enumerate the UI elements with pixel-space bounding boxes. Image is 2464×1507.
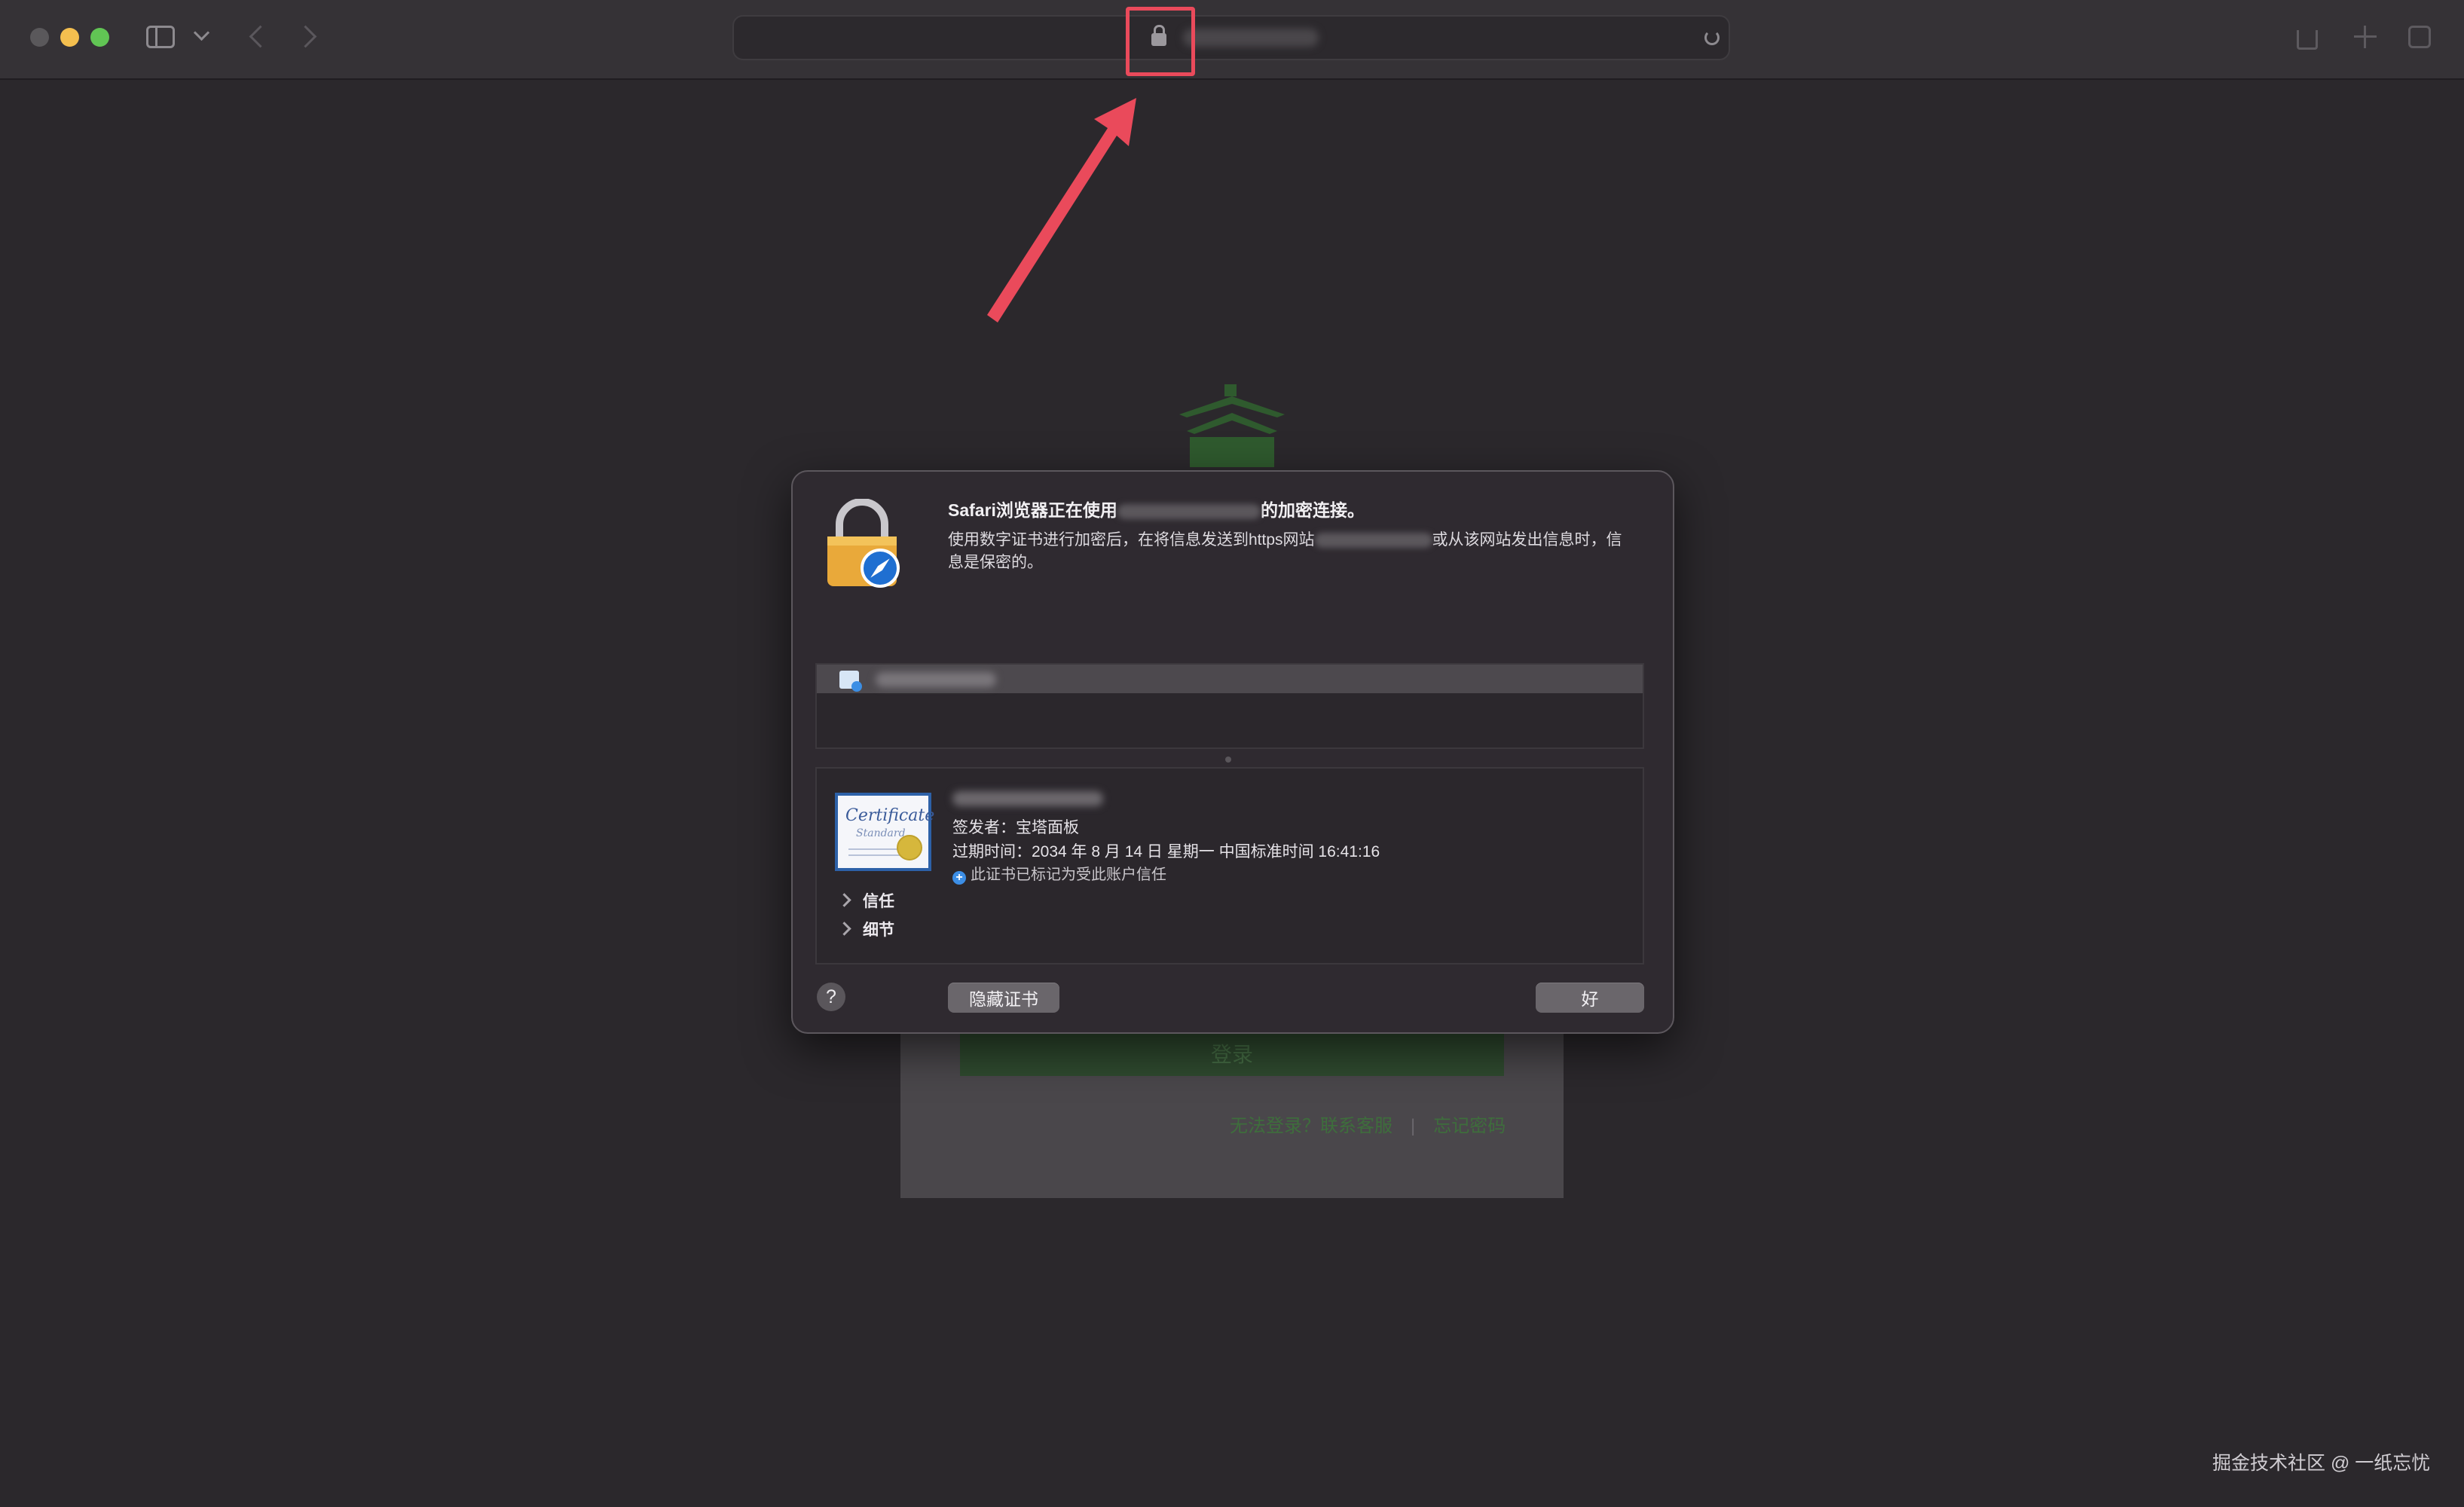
forgot-password-link[interactable]: 忘记密码 [1433, 1116, 1506, 1136]
window-minimize-button[interactable] [60, 28, 79, 47]
certificate-image-lines [848, 848, 901, 850]
chevron-right-icon [837, 922, 851, 936]
details-label: 细节 [863, 922, 894, 939]
certificate-chain-row[interactable] [817, 665, 1643, 693]
login-help-links: 无法登录？联系客服 | 忘记密码 [1230, 1111, 1506, 1137]
certificate-detail-pane: Certificate Standard 签发者：宝塔面板 过期时间：2034 … [815, 767, 1644, 964]
browser-toolbar [0, 0, 2464, 80]
dialog-title-prefix: Safari浏览器正在使用 [948, 500, 1117, 520]
pane-splitter-handle[interactable] [1225, 757, 1231, 763]
certificate-chain-list[interactable] [815, 663, 1644, 749]
watermark: 掘金技术社区 @ 一纸忘忧 [2212, 1453, 2431, 1474]
cannot-login-link[interactable]: 无法登录？联系客服 [1230, 1116, 1392, 1136]
link-separator: | [1411, 1116, 1416, 1136]
chevron-down-icon[interactable] [193, 24, 210, 41]
reload-icon[interactable] [1704, 30, 1720, 45]
certificate-image-subtitle: Standard [856, 827, 906, 839]
back-arrow-icon[interactable] [249, 25, 272, 48]
new-tab-icon[interactable] [2352, 24, 2378, 50]
tab-overview-icon[interactable] [2408, 26, 2431, 48]
dialog-title: Safari浏览器正在使用 的加密连接。 [948, 496, 1365, 521]
trust-disclosure[interactable]: 信任 [837, 889, 894, 912]
window-maximize-button[interactable] [90, 28, 109, 47]
trust-status-text: 此证书已标记为受此账户信任 [971, 867, 1166, 883]
certificate-trust-status: + 此证书已标记为受此账户信任 [952, 862, 1166, 885]
blurred-host [1117, 503, 1261, 519]
blurred-certificate-name [876, 672, 996, 687]
safari-lock-icon [827, 499, 900, 588]
certificate-seal-icon [897, 835, 922, 860]
annotation-highlight-box [1126, 7, 1195, 76]
certificate-dialog: Safari浏览器正在使用 的加密连接。 使用数字证书进行加密后，在将信息发送到h… [791, 470, 1674, 1034]
certificate-image-title: Certificate [845, 806, 935, 825]
ok-button[interactable]: 好 [1536, 983, 1644, 1013]
dialog-desc-prefix: 使用数字证书进行加密后，在将信息发送到https网站 [948, 531, 1315, 549]
forward-arrow-icon[interactable] [294, 25, 317, 48]
plus-circle-icon: + [952, 871, 966, 885]
login-button[interactable]: 登录 [960, 1031, 1504, 1076]
certificate-issuer: 签发者：宝塔面板 [952, 819, 1079, 836]
certificate-icon [839, 671, 862, 692]
trust-label: 信任 [863, 893, 894, 910]
share-icon[interactable] [2297, 30, 2318, 50]
chevron-right-icon [837, 893, 851, 907]
window-close-button[interactable] [30, 28, 49, 47]
sidebar-toggle-icon[interactable] [146, 26, 175, 48]
hide-certificate-button[interactable]: 隐藏证书 [948, 983, 1059, 1013]
blurred-certificate-subject [952, 791, 1103, 806]
blurred-url[interactable] [1183, 29, 1319, 47]
annotation-arrow [987, 98, 1136, 322]
dialog-description: 使用数字证书进行加密后，在将信息发送到https网站 或从该网站发出信息时，信息是… [948, 529, 1626, 574]
certificate-image: Certificate Standard [835, 793, 935, 871]
blurred-host-2 [1314, 533, 1432, 549]
details-disclosure[interactable]: 细节 [837, 918, 894, 940]
certificate-expiry: 过期时间：2034 年 8 月 14 日 星期一 中国标准时间 16:41:16 [952, 843, 1380, 860]
site-logo [1179, 384, 1285, 467]
dialog-title-suffix: 的加密连接。 [1260, 500, 1365, 520]
help-button[interactable]: ? [817, 983, 845, 1011]
